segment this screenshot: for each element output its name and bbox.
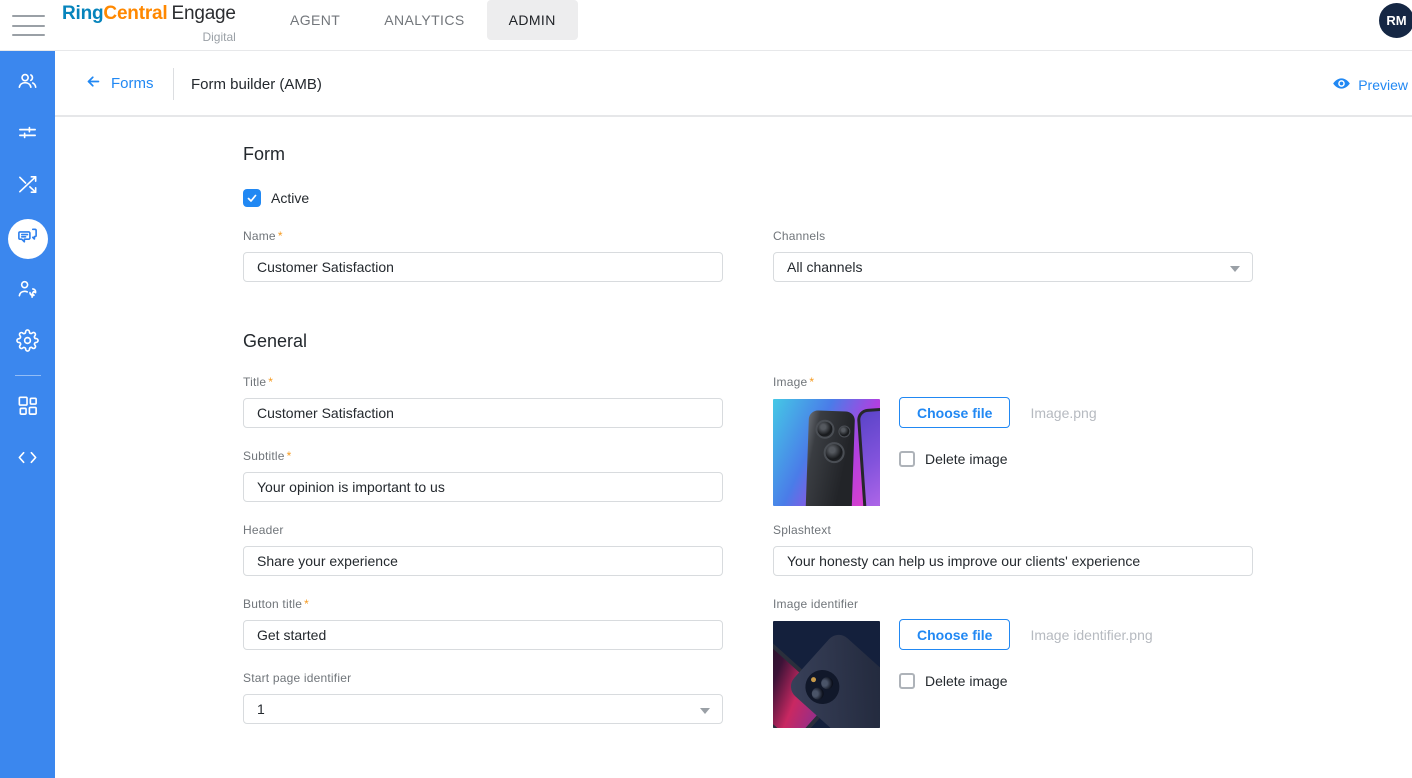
- required-asterisk: *: [287, 449, 292, 463]
- header-label: Header: [243, 523, 723, 537]
- title-input[interactable]: [243, 398, 723, 428]
- sidebar: [0, 51, 55, 778]
- image-identifier-filename: Image identifier.png: [1030, 627, 1152, 643]
- hamburger-menu-icon[interactable]: [12, 15, 45, 36]
- button-title-input[interactable]: [243, 620, 723, 650]
- image-delete-checkbox[interactable]: [899, 451, 915, 467]
- image-delete-label: Delete image: [925, 451, 1008, 467]
- active-checkbox-label: Active: [271, 190, 309, 206]
- subtitle-input[interactable]: [243, 472, 723, 502]
- required-asterisk: *: [809, 375, 814, 389]
- sliders-icon: [16, 121, 39, 149]
- image-identifier-delete-checkbox[interactable]: [899, 673, 915, 689]
- back-to-forms-link[interactable]: Forms: [85, 73, 154, 94]
- chat-bubbles-icon: [16, 225, 39, 253]
- image-identifier-choose-file-button[interactable]: Choose file: [899, 619, 1010, 650]
- image-identifier-thumbnail: [773, 621, 880, 728]
- sidebar-item-agent-tools[interactable]: [8, 271, 48, 311]
- name-label: Name*: [243, 229, 723, 243]
- sidebar-divider: [15, 375, 41, 376]
- tab-analytics[interactable]: ANALYTICS: [362, 0, 486, 40]
- logo-wordmark: RingCentralEngage: [62, 3, 236, 24]
- title-field-group: Title*: [243, 375, 723, 428]
- image-identifier-field-group: Image identifier Choose file Image ident…: [773, 597, 1253, 747]
- name-input[interactable]: [243, 252, 723, 282]
- code-icon: [16, 446, 39, 474]
- image-field-group: Image* Choose file Image.png Delete imag…: [773, 375, 1253, 525]
- start-page-identifier-label: Start page identifier: [243, 671, 723, 685]
- sidebar-item-routing[interactable]: [8, 167, 48, 207]
- image-thumbnail: [773, 399, 880, 506]
- sidebar-item-users[interactable]: [8, 63, 48, 103]
- chevron-down-icon: [700, 708, 710, 714]
- back-link-label: Forms: [111, 75, 154, 92]
- user-settings-icon: [16, 277, 39, 305]
- channels-select-value: All channels: [787, 259, 863, 275]
- image-identifier-delete-label: Delete image: [925, 673, 1008, 689]
- shuffle-icon: [16, 173, 39, 201]
- logo-digital: Digital: [62, 25, 236, 49]
- app-logo: RingCentralEngage Digital: [62, 2, 236, 49]
- image-label: Image*: [773, 375, 1253, 389]
- name-field-group: Name*: [243, 229, 723, 282]
- eye-icon: [1332, 74, 1351, 96]
- app-header: RingCentralEngage Digital AGENT ANALYTIC…: [0, 0, 1412, 51]
- preview-label: Preview: [1358, 77, 1408, 93]
- header-input[interactable]: [243, 546, 723, 576]
- back-arrow-icon: [85, 73, 102, 94]
- image-identifier-file-row: Choose file Image identifier.png: [899, 619, 1153, 650]
- users-icon: [16, 69, 39, 97]
- sidebar-item-developer[interactable]: [8, 440, 48, 480]
- button-title-label: Button title*: [243, 597, 723, 611]
- page-toolbar: Forms Form builder (AMB) Preview: [55, 51, 1412, 117]
- sidebar-item-apps[interactable]: [8, 388, 48, 428]
- active-checkbox[interactable]: [243, 189, 261, 207]
- start-page-identifier-value: 1: [257, 701, 265, 717]
- image-identifier-delete-row[interactable]: Delete image: [899, 673, 1008, 689]
- splashtext-label: Splashtext: [773, 523, 1253, 537]
- active-checkbox-row[interactable]: Active: [243, 189, 309, 207]
- subtitle-label: Subtitle*: [243, 449, 723, 463]
- image-choose-file-button[interactable]: Choose file: [899, 397, 1010, 428]
- top-navigation-tabs: AGENT ANALYTICS ADMIN: [268, 0, 578, 40]
- logo-engage: Engage: [171, 3, 235, 24]
- page-title: Form builder (AMB): [191, 76, 322, 93]
- channels-label: Channels: [773, 229, 1253, 243]
- apps-grid-icon: [16, 394, 39, 422]
- breadcrumb-divider: [173, 68, 174, 100]
- gear-icon: [16, 329, 39, 357]
- general-section-heading: General: [243, 331, 307, 352]
- sidebar-item-settings[interactable]: [8, 323, 48, 363]
- image-delete-row[interactable]: Delete image: [899, 451, 1008, 467]
- logo-central: Central: [103, 3, 167, 24]
- image-identifier-label: Image identifier: [773, 597, 1253, 611]
- image-filename: Image.png: [1030, 405, 1096, 421]
- required-asterisk: *: [268, 375, 273, 389]
- form-builder-content: Form Active Name* Channels All channels …: [243, 117, 1253, 778]
- preview-button[interactable]: Preview: [1332, 74, 1408, 96]
- chevron-down-icon: [1230, 266, 1240, 272]
- start-page-identifier-group: Start page identifier 1: [243, 671, 723, 724]
- sidebar-item-channels[interactable]: [8, 115, 48, 155]
- button-title-field-group: Button title*: [243, 597, 723, 650]
- channels-select[interactable]: All channels: [773, 252, 1253, 282]
- required-asterisk: *: [278, 229, 283, 243]
- sidebar-item-conversations[interactable]: [8, 219, 48, 259]
- subtitle-field-group: Subtitle*: [243, 449, 723, 502]
- splashtext-field-group: Splashtext: [773, 523, 1253, 576]
- title-label: Title*: [243, 375, 723, 389]
- splashtext-input[interactable]: [773, 546, 1253, 576]
- tab-admin[interactable]: ADMIN: [487, 0, 578, 40]
- user-avatar[interactable]: RM: [1379, 3, 1412, 38]
- logo-ring: Ring: [62, 3, 103, 24]
- form-section-heading: Form: [243, 144, 285, 165]
- required-asterisk: *: [304, 597, 309, 611]
- image-file-row: Choose file Image.png: [899, 397, 1097, 428]
- header-field-group: Header: [243, 523, 723, 576]
- channels-field-group: Channels All channels: [773, 229, 1253, 282]
- tab-agent[interactable]: AGENT: [268, 0, 362, 40]
- start-page-identifier-select[interactable]: 1: [243, 694, 723, 724]
